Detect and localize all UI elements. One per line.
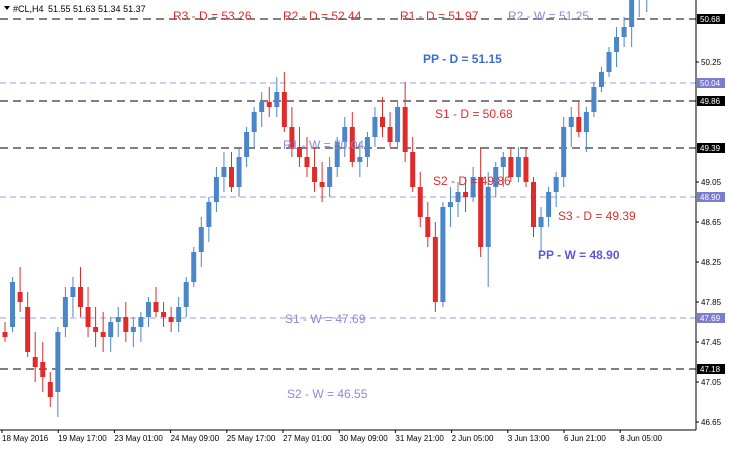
pivot-level-label: PP - D = 51.15: [423, 52, 502, 66]
price-tick-label: 48.65: [701, 218, 722, 227]
candle: [395, 102, 401, 147]
chart-window[interactable]: R3 - D = 53.26 R2 - D = 52.44 R1 - D = 51.…: [0, 0, 730, 444]
price-tag-label: 49.39: [700, 144, 721, 153]
price-tick-label: 49.05: [701, 178, 722, 187]
time-tick-label: 24 May 09:00: [171, 434, 220, 443]
pivot-level-label: S2 - W = 46.55: [287, 387, 368, 401]
pivot-level-label: R1 - D = 51.97: [400, 9, 479, 23]
price-tick-label: 48.25: [701, 258, 722, 267]
pivot-level-label: S3 - D = 49.39: [558, 209, 636, 223]
pivot-level-label: S2 - D = 49.86: [433, 174, 511, 188]
symbol-label: #CL,H4: [13, 4, 44, 14]
candle: [10, 277, 16, 332]
time-tick-label: 8 Jun 05:00: [620, 434, 662, 443]
pivot-level-label: R3 - D = 53.26: [173, 9, 252, 23]
price-tag-label: 49.86: [700, 97, 721, 106]
time-tick-label: 3 Jun 13:00: [508, 434, 550, 443]
price-tick-label: 47.05: [701, 378, 722, 387]
time-tick-label: 18 May 2016: [2, 434, 49, 443]
time-tick-label: 23 May 01:00: [114, 434, 163, 443]
price-tag-label: 50.68: [700, 15, 721, 24]
time-tick-label: 27 May 01:00: [283, 434, 332, 443]
ohlc-readout: 51.55 51.63 51.34 51.37: [48, 4, 146, 14]
pivot-level-label: R2 - D = 52.44: [283, 9, 362, 23]
time-tick-label: 31 May 21:00: [395, 434, 444, 443]
candle: [591, 82, 597, 117]
time-tick-label: 6 Jun 21:00: [564, 434, 606, 443]
time-tick-label: 30 May 09:00: [339, 434, 388, 443]
candle: [440, 202, 446, 307]
price-tag-label: 47.18: [700, 365, 721, 374]
price-tag-label: 50.04: [700, 79, 721, 88]
time-tick-label: 25 May 17:00: [227, 434, 276, 443]
candle: [561, 117, 567, 187]
pivot-level-label: S1 - D = 50.68: [435, 107, 513, 121]
price-tick-label: 50.25: [701, 58, 722, 67]
price-chart[interactable]: R3 - D = 53.26 R2 - D = 52.44 R1 - D = 51.…: [0, 0, 730, 444]
price-tick-label: 47.85: [701, 298, 722, 307]
price-tick-label: 46.65: [701, 418, 722, 427]
price-tag-label: 47.69: [700, 314, 721, 323]
pivot-level-label: R2 - W = 51.25: [508, 9, 589, 23]
pivot-level-label: PP - W = 48.90: [538, 248, 620, 262]
time-tick-label: 2 Jun 05:00: [452, 434, 494, 443]
time-tick-label: 19 May 17:00: [58, 434, 107, 443]
candle: [191, 247, 197, 287]
pivot-level-label: S1 - W = 47.69: [285, 312, 366, 326]
chart-header: #CL,H4 51.55 51.63 51.34 51.37: [4, 4, 146, 14]
price-tag-label: 48.90: [700, 193, 721, 202]
price-tick-label: 47.45: [701, 338, 722, 347]
pivot-level-label: R1 - W = 50.04: [283, 138, 364, 152]
